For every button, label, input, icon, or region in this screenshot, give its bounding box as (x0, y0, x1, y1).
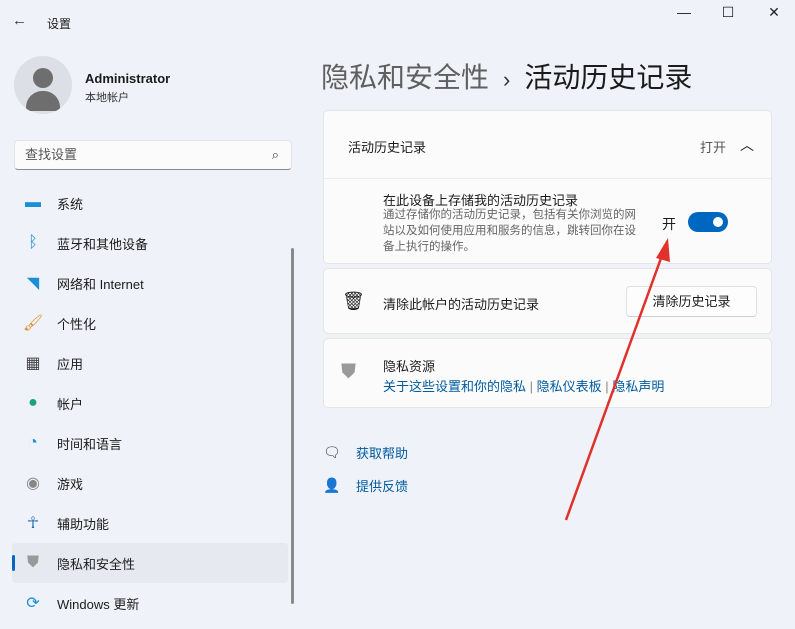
annotation-arrow (564, 238, 670, 521)
